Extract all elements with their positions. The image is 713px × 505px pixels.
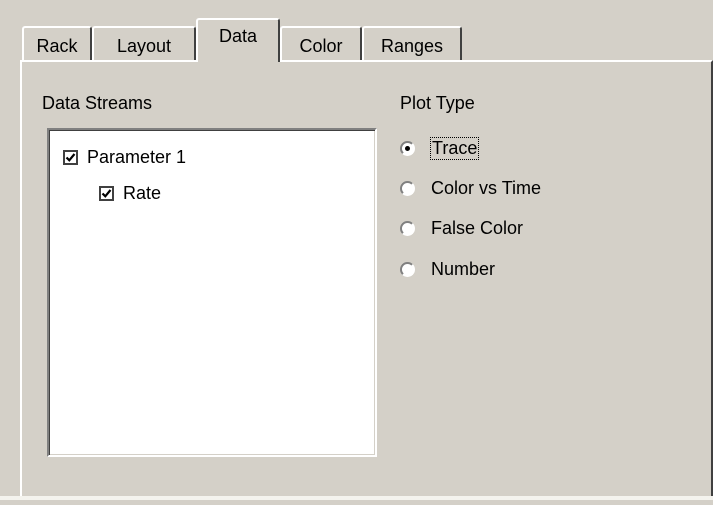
checkmark-icon — [65, 152, 76, 162]
radio-option-number[interactable]: Number — [400, 257, 495, 281]
tab-rack-label: Rack — [36, 36, 78, 56]
rate-checkbox[interactable] — [99, 185, 114, 201]
tree-item-label: Parameter 1 — [87, 146, 187, 167]
radio-label: Color vs Time — [431, 177, 542, 198]
checkmark-icon — [101, 188, 112, 198]
tab-data[interactable]: Data — [196, 18, 280, 62]
radio-option-trace[interactable]: Trace — [400, 136, 480, 160]
tree-item-parameter-1[interactable]: Parameter 1 — [63, 146, 186, 168]
tab-color[interactable]: Color — [280, 26, 362, 61]
data-streams-list[interactable]: Parameter 1 Rate — [47, 128, 377, 457]
data-streams-heading: Data Streams — [42, 93, 153, 113]
panel-bottom-edge — [0, 496, 713, 500]
radio-button-selected[interactable] — [400, 140, 415, 156]
radio-option-false-color[interactable]: False Color — [400, 216, 523, 240]
tab-rack[interactable]: Rack — [22, 26, 92, 61]
radio-label: Number — [431, 258, 496, 279]
tab-ranges-label: Ranges — [380, 36, 444, 56]
tab-layout[interactable]: Layout — [92, 26, 196, 61]
radio-label: Trace — [429, 136, 480, 160]
tree-item-rate[interactable]: Rate — [99, 182, 161, 204]
tree-item-label: Rate — [123, 182, 162, 203]
radio-dot-icon — [405, 145, 410, 151]
plot-type-heading: Plot Type — [400, 93, 475, 113]
radio-option-color-vs-time[interactable]: Color vs Time — [400, 176, 541, 200]
radio-label: False Color — [431, 217, 524, 238]
tab-data-label: Data — [218, 26, 258, 46]
properties-dialog: Rack Layout Data Color Ranges Data Strea… — [0, 0, 713, 505]
tab-layout-label: Layout — [116, 36, 172, 56]
parameter-1-checkbox[interactable] — [63, 149, 78, 165]
radio-button[interactable] — [400, 261, 415, 277]
radio-button[interactable] — [400, 220, 415, 236]
tab-color-label: Color — [299, 36, 343, 56]
radio-button[interactable] — [400, 180, 415, 196]
tab-ranges[interactable]: Ranges — [362, 26, 462, 61]
